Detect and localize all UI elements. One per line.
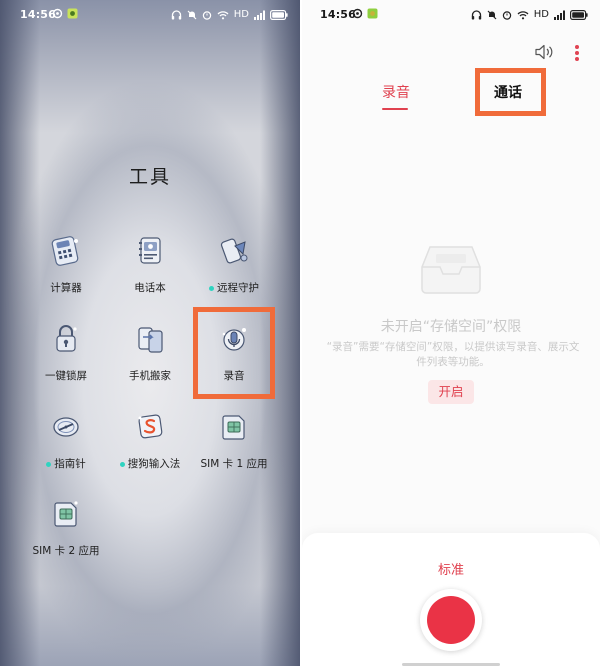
headphones-icon <box>171 10 181 20</box>
app-label: 一键锁屏 <box>45 370 87 382</box>
phonebook-icon <box>133 234 167 268</box>
tab-recording[interactable]: 录音 <box>382 82 410 110</box>
signal-icon <box>254 10 265 20</box>
record-panel: 标准 <box>302 533 600 666</box>
empty-state-description: “录音”需要“存储空间”权限，以提供读写录音、展示文件列表等功能。 <box>326 341 580 368</box>
new-badge-dot <box>46 461 52 467</box>
app-label: 计算器 <box>50 282 82 294</box>
speaker-icon[interactable] <box>534 44 554 60</box>
remote-guard-icon <box>217 234 251 268</box>
folder-title: 工具 <box>128 166 171 188</box>
battery-icon <box>570 10 588 20</box>
status-time: 14:56 <box>20 8 57 21</box>
status-bar: 14:56 HD <box>302 0 600 30</box>
empty-state-title: 未开启“存储空间”权限 <box>380 319 522 335</box>
battery-icon <box>270 10 288 20</box>
mute-bell-icon <box>187 10 197 20</box>
app-phone-clone[interactable]: 手机搬家 <box>107 322 193 383</box>
enable-permission-button[interactable]: 开启 <box>428 380 474 404</box>
headphones-icon <box>471 10 481 20</box>
notification-icon <box>352 8 363 19</box>
more-options-icon[interactable] <box>572 44 582 62</box>
alarm-icon <box>202 11 211 20</box>
app-label: SIM 卡 2 应用 <box>32 545 100 557</box>
app-label: 电话本 <box>134 282 166 294</box>
app-lock-screen[interactable]: 一键锁屏 <box>23 322 109 383</box>
app-compass[interactable]: 指南针 <box>23 410 109 471</box>
active-tab-indicator <box>382 108 408 110</box>
empty-inbox-icon <box>421 246 481 294</box>
record-dot-icon <box>427 596 475 644</box>
sim2-app-icon <box>49 497 83 531</box>
launcher-screen: 14:56 HD 工具 计算器 电话本 远程守护 一键锁屏 手机搬家 录音 指南… <box>0 0 300 666</box>
status-bar: 14:56 HD <box>0 0 300 30</box>
sogou-input-icon <box>133 410 167 444</box>
alarm-icon <box>502 11 511 20</box>
app-label: SIM 卡 1 应用 <box>200 458 268 470</box>
highlight-box-recorder <box>193 307 275 399</box>
app-label: 远程守护 <box>191 280 277 295</box>
calculator-icon <box>49 234 83 268</box>
mute-bell-icon <box>487 10 497 20</box>
app-remote-guard[interactable]: 远程守护 <box>191 234 277 295</box>
network-type: HD <box>533 9 549 20</box>
app-notification-icon <box>67 8 78 19</box>
recorder-screen: 14:56 HD 录音 通话 未开启“存储空间”权限 “录音”需要“存储空间”权… <box>302 0 600 666</box>
app-notification-icon <box>367 8 378 19</box>
app-sogou-input[interactable]: 搜狗输入法 <box>107 410 193 471</box>
highlight-box-call-tab <box>475 68 546 116</box>
wifi-icon <box>217 11 229 20</box>
app-label: 手机搬家 <box>129 370 171 382</box>
new-badge-dot <box>119 461 125 467</box>
sim1-app-icon <box>217 410 251 444</box>
wifi-icon <box>517 11 529 20</box>
app-phonebook[interactable]: 电话本 <box>107 234 193 295</box>
app-calculator[interactable]: 计算器 <box>23 234 109 295</box>
network-type: HD <box>233 9 249 20</box>
new-badge-dot <box>209 285 214 291</box>
phone-clone-icon <box>133 322 167 356</box>
app-sim2[interactable]: SIM 卡 2 应用 <box>23 497 109 558</box>
app-label: 指南针 <box>23 456 109 471</box>
compass-icon <box>49 410 83 444</box>
notification-icon <box>52 8 63 19</box>
signal-icon <box>554 10 565 20</box>
app-sim1[interactable]: SIM 卡 1 应用 <box>191 410 277 471</box>
record-button[interactable] <box>420 589 482 651</box>
status-time: 14:56 <box>320 8 357 21</box>
app-label: 搜狗输入法 <box>107 456 193 471</box>
lock-screen-icon <box>49 322 83 356</box>
record-mode-label[interactable]: 标准 <box>302 559 600 578</box>
